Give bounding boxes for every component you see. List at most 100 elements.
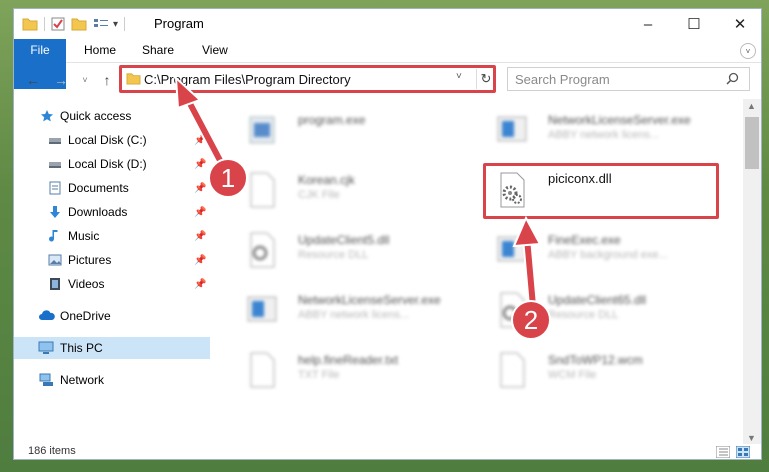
minimize-button[interactable]: –	[625, 9, 671, 39]
scroll-up-icon[interactable]: ▲	[747, 101, 756, 111]
back-arrow-icon[interactable]: ←	[24, 71, 42, 89]
file-description: ABBY background exe...	[548, 249, 668, 261]
pin-icon[interactable]: 📌	[194, 135, 206, 146]
star-icon	[41, 110, 53, 122]
sidebar-item-label: Documents	[68, 181, 129, 195]
tab-share[interactable]: Share	[142, 39, 174, 62]
sidebar-item-local-disk-c[interactable]: Local Disk (C:) 📌	[14, 129, 210, 151]
network-icon	[39, 373, 53, 386]
app-icon	[497, 236, 527, 262]
file-highlight-box	[483, 163, 719, 219]
file-item[interactable]: program.exe	[246, 107, 481, 157]
file-item[interactable]: UpdateClient5.dll Resource DLL	[246, 227, 481, 277]
expand-ribbon-icon[interactable]: ˅	[740, 43, 756, 59]
drive-icon	[49, 138, 61, 144]
pictures-icon	[48, 254, 62, 266]
folder-icon[interactable]	[22, 17, 38, 31]
scroll-down-icon[interactable]: ▼	[747, 433, 756, 443]
download-icon	[50, 206, 60, 218]
sidebar-item-label: Music	[68, 229, 100, 243]
sidebar-item-label: Network	[60, 373, 105, 387]
address-highlight-box	[119, 65, 496, 93]
step-1-badge: 1	[208, 158, 248, 198]
pin-icon[interactable]: 📌	[194, 207, 206, 218]
sidebar-item-pictures[interactable]: Pictures 📌	[14, 249, 210, 271]
forward-arrow-icon[interactable]: →	[52, 71, 70, 89]
search-icon[interactable]	[726, 72, 739, 85]
file-item[interactable]: FineExec.exe ABBY background exe...	[496, 227, 731, 277]
file-description: CJK File	[298, 189, 340, 201]
file-name: UpdateClient65.dll	[548, 293, 647, 307]
step-2-badge: 2	[511, 300, 551, 340]
pin-icon[interactable]: 📌	[194, 159, 206, 170]
file-icon	[500, 352, 525, 388]
file-icon	[250, 352, 275, 388]
sidebar-item-label: OneDrive	[60, 309, 111, 323]
sidebar-item-this-pc[interactable]: This PC	[14, 337, 210, 359]
view-options-icon[interactable]	[93, 17, 109, 31]
new-folder-icon[interactable]	[71, 17, 87, 31]
pin-icon[interactable]: 📌	[194, 231, 206, 242]
sidebar-item-quick-access[interactable]: Quick access	[14, 105, 210, 127]
sidebar-item-videos[interactable]: Videos 📌	[14, 273, 210, 295]
pin-icon[interactable]: 📌	[194, 279, 206, 290]
videos-icon	[50, 278, 60, 290]
file-description: Resource DLL	[548, 309, 619, 321]
recent-locations-icon[interactable]: ˅	[76, 71, 94, 89]
file-description: ABBY network licens...	[298, 309, 410, 321]
file-item[interactable]: Korean.cjk CJK File	[246, 167, 481, 217]
file-item[interactable]: NetworkLicenseServer.exe ABBY network li…	[496, 107, 731, 157]
sidebar-item-label: Downloads	[68, 205, 128, 219]
up-arrow-icon[interactable]: ↑	[98, 71, 116, 89]
properties-icon[interactable]	[51, 17, 65, 31]
customize-toolbar-icon[interactable]: ▾	[113, 19, 118, 30]
pc-icon	[38, 341, 54, 354]
pin-icon[interactable]: 📌	[194, 183, 206, 194]
quick-access-toolbar: ▾	[22, 15, 131, 33]
file-name: program.exe	[298, 113, 366, 127]
sidebar-item-local-disk-d[interactable]: Local Disk (D:) 📌	[14, 153, 210, 175]
dll-gear-icon	[250, 232, 275, 268]
file-name: Korean.cjk	[298, 173, 355, 187]
search-input[interactable]: Search Program	[515, 72, 610, 87]
sidebar-item-music[interactable]: Music 📌	[14, 225, 210, 247]
status-item-count: 186 items	[28, 445, 76, 457]
navigation-pane: Quick access Local Disk (C:) 📌 Local Dis…	[14, 101, 210, 446]
file-description: Resource DLL	[298, 249, 369, 261]
tiles-view-icon[interactable]	[736, 446, 750, 458]
file-item[interactable]: help.fineReader.txt TXT File	[246, 347, 481, 397]
sidebar-item-label: Pictures	[68, 253, 112, 267]
file-list: program.exe NetworkLicenseServer.exe ABB…	[228, 99, 743, 444]
ribbon: File Home Share View ˅	[14, 39, 761, 89]
app-icon	[247, 296, 277, 322]
file-item[interactable]: SndToWP12.wcm WCM File	[496, 347, 731, 397]
app-icon	[249, 116, 275, 144]
file-name: NetworkLicenseServer.exe	[548, 113, 691, 127]
file-description: TXT File	[298, 369, 340, 381]
documents-icon	[49, 181, 61, 195]
sidebar-item-documents[interactable]: Documents 📌	[14, 177, 210, 199]
sidebar-item-label: Quick access	[60, 109, 132, 123]
music-icon	[49, 230, 58, 242]
sidebar-item-label: This PC	[60, 341, 103, 355]
file-name: help.fineReader.txt	[298, 353, 399, 367]
details-view-icon[interactable]	[716, 446, 730, 458]
title-bar: ▾ Program – ☐ ✕	[14, 9, 761, 39]
sidebar-item-network[interactable]: Network	[14, 369, 210, 391]
sidebar-item-downloads[interactable]: Downloads 📌	[14, 201, 210, 223]
sidebar-item-label: Local Disk (C:)	[68, 133, 147, 147]
drive-icon	[49, 162, 61, 168]
tab-view[interactable]: View	[202, 39, 228, 62]
scrollbar-thumb[interactable]	[745, 117, 759, 169]
sidebar-item-label: Videos	[68, 277, 105, 291]
explorer-window: ▾ Program – ☐ ✕ File Home Share View ˅ ←…	[13, 8, 762, 460]
tab-home[interactable]: Home	[84, 39, 116, 62]
file-name: NetworkLicenseServer.exe	[298, 293, 441, 307]
close-button[interactable]: ✕	[717, 9, 761, 39]
file-description: ABBY network licens...	[548, 129, 660, 141]
pin-icon[interactable]: 📌	[194, 255, 206, 266]
file-item[interactable]: NetworkLicenseServer.exe ABBY network li…	[246, 287, 481, 337]
maximize-button[interactable]: ☐	[671, 9, 717, 39]
window-title: Program	[154, 16, 204, 31]
sidebar-item-onedrive[interactable]: OneDrive	[14, 305, 210, 327]
